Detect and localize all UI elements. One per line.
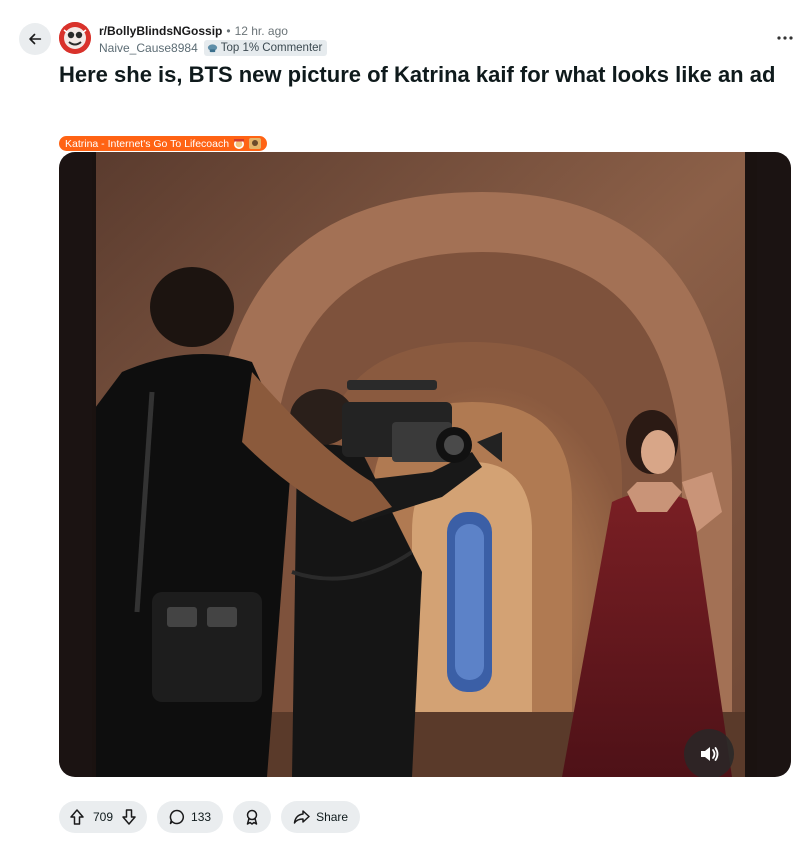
award-icon [243,808,261,826]
post-flair[interactable]: Katrina - Internet's Go To Lifecoach [59,136,268,151]
audio-toggle-button[interactable] [684,729,734,777]
comment-bubble-icon [169,809,185,825]
trophy-icon [207,43,218,54]
vote-count: 709 [93,810,114,824]
flair-emoji-icon [233,138,245,149]
top-commenter-badge: Top 1% Commenter [203,40,328,56]
post-video[interactable] [59,152,791,777]
upvote-arrow-icon[interactable] [65,808,89,826]
subreddit-avatar[interactable] [59,22,91,54]
arrow-left-icon [26,30,44,48]
flair-label: Katrina - Internet's Go To Lifecoach [65,137,230,150]
vote-control: 709 [59,801,148,833]
post-meta: r/BollyBlindsNGossip • 12 hr. ago [99,24,288,39]
downvote-arrow-icon[interactable] [117,808,141,826]
post-time: 12 hr. ago [234,24,288,38]
more-options-button[interactable] [773,28,797,48]
post-title[interactable]: Here she is, BTS new picture of Katrina … [59,61,779,89]
author-link[interactable]: Naive_Cause8984 [99,40,198,56]
back-button[interactable] [19,23,51,55]
more-horizontal-icon [777,35,793,41]
video-frame [92,152,757,777]
subreddit-logo-icon [59,22,91,54]
share-arrow-icon [293,809,310,825]
speaker-icon [698,743,720,765]
comments-button[interactable]: 133 [157,801,224,833]
share-button[interactable]: Share [281,801,361,833]
post-action-bar: 709 133 Share [59,801,361,833]
subreddit-link[interactable]: r/BollyBlindsNGossip [99,24,222,39]
badge-label: Top 1% Commenter [220,42,323,54]
comment-count: 133 [191,810,212,824]
award-button[interactable] [233,801,272,833]
meta-separator: • [226,24,231,38]
share-label: Share [316,810,349,824]
flair-emoji-icon-2 [249,138,262,149]
author-row: Naive_Cause8984 Top 1% Commenter [99,40,328,56]
